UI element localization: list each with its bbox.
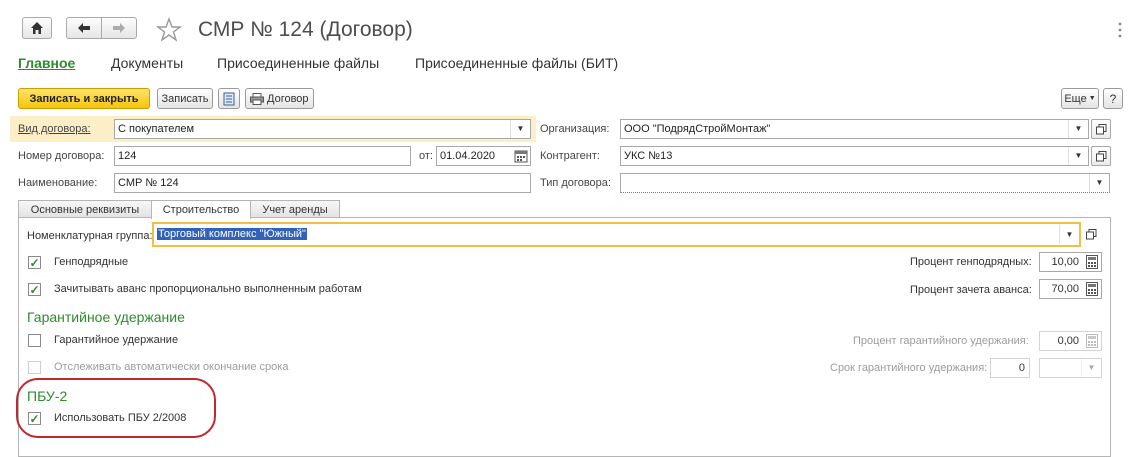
contract-date-value: 01.04.2020 [440,150,496,162]
chevron-down-icon[interactable]: ▼ [1081,359,1101,377]
calculator-icon[interactable] [1084,333,1100,349]
help-button[interactable]: ? [1103,88,1123,109]
favorite-star-button[interactable] [155,17,183,43]
open-counterparty-button[interactable] [1091,146,1111,166]
counterparty-select[interactable]: УКС №13 ▼ [620,146,1089,166]
home-button[interactable] [22,17,52,39]
more-label: Еще [1064,92,1087,105]
tab-construction[interactable]: Строительство [151,200,251,219]
organization-value: ООО "ПодрядСтройМонтаж" [624,123,771,135]
open-window-icon [1095,123,1106,134]
home-icon [31,22,43,34]
tab-main-details[interactable]: Основные реквизиты [18,200,152,218]
open-nomenclature-button[interactable] [1081,224,1101,244]
open-window-icon [1095,150,1106,161]
advance-percent-value: 70,00 [1051,283,1079,295]
counterparty-label: Контрагент: [540,150,600,162]
advance-percent-input[interactable]: 70,00 [1039,279,1102,299]
nav-attached-files[interactable]: Присоединенные файлы [217,55,379,71]
chevron-down-icon[interactable]: ▼ [510,120,530,138]
warranty-percent-label: Процент гарантийного удержания: [853,335,1029,347]
chevron-down-icon: ▼ [1088,95,1096,102]
organization-label: Организация: [540,123,610,135]
contract-number-input[interactable]: 124 [114,146,411,166]
advance-percent-label: Процент зачета аванса: [910,284,1032,296]
page-title: СМР № 124 (Договор) [198,18,413,41]
contract-kind-label: Тип договора: [540,177,611,189]
contract-type-select[interactable]: С покупателем ▼ [114,119,531,139]
chevron-down-icon[interactable]: ▼ [1089,174,1109,192]
open-window-icon [1085,228,1096,239]
general-contract-label: Генподрядные [54,256,129,268]
contract-number-label: Номер договора: [18,150,105,162]
warranty-section-title: Гарантийное удержание [27,309,185,325]
general-percent-value: 10,00 [1051,256,1079,268]
document-list-button[interactable] [218,88,240,109]
print-contract-label: Договор [267,92,309,105]
tab-rent-accounting[interactable]: Учет аренды [250,200,340,218]
annotation-ellipse [16,378,216,438]
name-input[interactable]: СМР № 124 [114,173,531,193]
printer-icon [250,92,264,105]
more-button[interactable]: Еще ▼ [1061,88,1099,109]
general-contract-checkbox[interactable]: ✓ [28,256,41,269]
chevron-down-icon[interactable]: ▼ [1068,120,1088,138]
print-contract-button[interactable]: Договор [245,88,314,109]
name-label: Наименование: [18,177,98,189]
calculator-icon[interactable] [1084,281,1100,297]
warranty-percent-input[interactable]: 0,00 [1039,331,1102,351]
general-percent-input[interactable]: 10,00 [1039,252,1102,272]
nav-attached-files-bit[interactable]: Присоединенные файлы (БИТ) [415,55,618,71]
star-icon [155,17,183,42]
save-and-close-button[interactable]: Записать и закрыть [18,88,150,109]
nav-documents[interactable]: Документы [111,55,183,71]
list-document-icon [223,92,235,105]
chevron-down-icon[interactable]: ▼ [1059,225,1079,244]
calendar-icon[interactable] [514,149,528,163]
general-percent-label: Процент генподрядных: [910,256,1032,268]
track-end-checkbox[interactable] [28,361,41,374]
counterparty-value: УКС №13 [624,150,673,162]
nomenclature-select[interactable]: Торговый комплекс "Южный" ▼ [152,222,1081,247]
forward-button[interactable] [101,17,137,39]
advance-offset-label: Зачитывать аванс пропорционально выполне… [54,283,362,295]
arrow-right-icon [113,23,125,33]
contract-kind-select[interactable]: ▼ [620,173,1110,193]
nomenclature-label: Номенклатурная группа: [27,230,153,242]
calculator-icon[interactable] [1084,254,1100,270]
contract-type-value: С покупателем [118,123,195,135]
contract-type-label: Вид договора: [18,123,91,135]
contract-date-label: от: [419,150,433,162]
organization-select[interactable]: ООО "ПодрядСтройМонтаж" ▼ [620,119,1089,139]
warranty-percent-value: 0,00 [1057,335,1079,347]
nav-main[interactable]: Главное [18,55,75,71]
open-organization-button[interactable] [1091,119,1111,139]
back-button[interactable] [66,17,102,39]
warranty-checkbox[interactable] [28,334,41,347]
save-button[interactable]: Записать [157,88,213,109]
arrow-left-icon [78,23,90,33]
chevron-down-icon[interactable]: ▼ [1068,147,1088,165]
nomenclature-value: Торговый комплекс "Южный" [157,228,307,240]
vertical-dots-icon[interactable] [1117,21,1123,39]
warranty-term-input[interactable]: 0 [990,358,1030,378]
track-end-label: Отслеживать автоматически окончание срок… [54,361,289,373]
advance-offset-checkbox[interactable]: ✓ [28,283,41,296]
warranty-term-unit-select[interactable]: ▼ [1039,358,1102,378]
warranty-label: Гарантийное удержание [54,334,179,346]
contract-date-input[interactable]: 01.04.2020 [436,146,531,166]
warranty-term-label: Срок гарантийного удержания: [830,362,988,374]
